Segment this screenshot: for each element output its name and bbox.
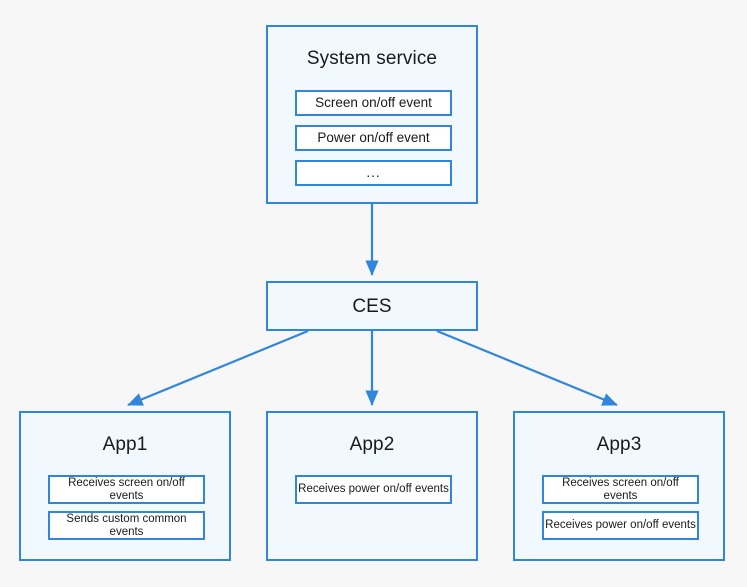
arrow-ces-to-app3: [436, 329, 618, 407]
node-app1[interactable]: App1 Receives screen on/off events Sends…: [19, 411, 231, 561]
node-ces[interactable]: CES: [266, 281, 478, 331]
chip-app1-receives-screen-events[interactable]: Receives screen on/off events: [48, 475, 205, 504]
node-app1-title: App1: [102, 434, 148, 455]
node-ces-title: CES: [352, 296, 392, 317]
chip-power-on-off-event[interactable]: Power on/off event: [295, 125, 452, 151]
diagram-canvas: System service Screen on/off event Power…: [0, 0, 747, 587]
chip-ellipsis[interactable]: ...: [295, 160, 452, 186]
node-app3[interactable]: App3 Receives screen on/off events Recei…: [513, 411, 725, 561]
chip-app1-sends-custom-events[interactable]: Sends custom common events: [48, 511, 205, 540]
chip-app3-receives-screen-events[interactable]: Receives screen on/off events: [542, 475, 699, 504]
arrow-ces-to-app1: [127, 329, 309, 407]
node-app2-title: App2: [349, 434, 395, 455]
chip-screen-on-off-event[interactable]: Screen on/off event: [295, 90, 452, 116]
node-system-service[interactable]: System service Screen on/off event Power…: [266, 25, 478, 204]
node-app3-title: App3: [596, 434, 642, 455]
chip-app3-receives-power-events[interactable]: Receives power on/off events: [542, 511, 699, 540]
node-system-service-title: System service: [306, 48, 438, 69]
chip-app2-receives-power-events[interactable]: Receives power on/off events: [295, 475, 452, 504]
node-app2[interactable]: App2 Receives power on/off events: [266, 411, 478, 561]
